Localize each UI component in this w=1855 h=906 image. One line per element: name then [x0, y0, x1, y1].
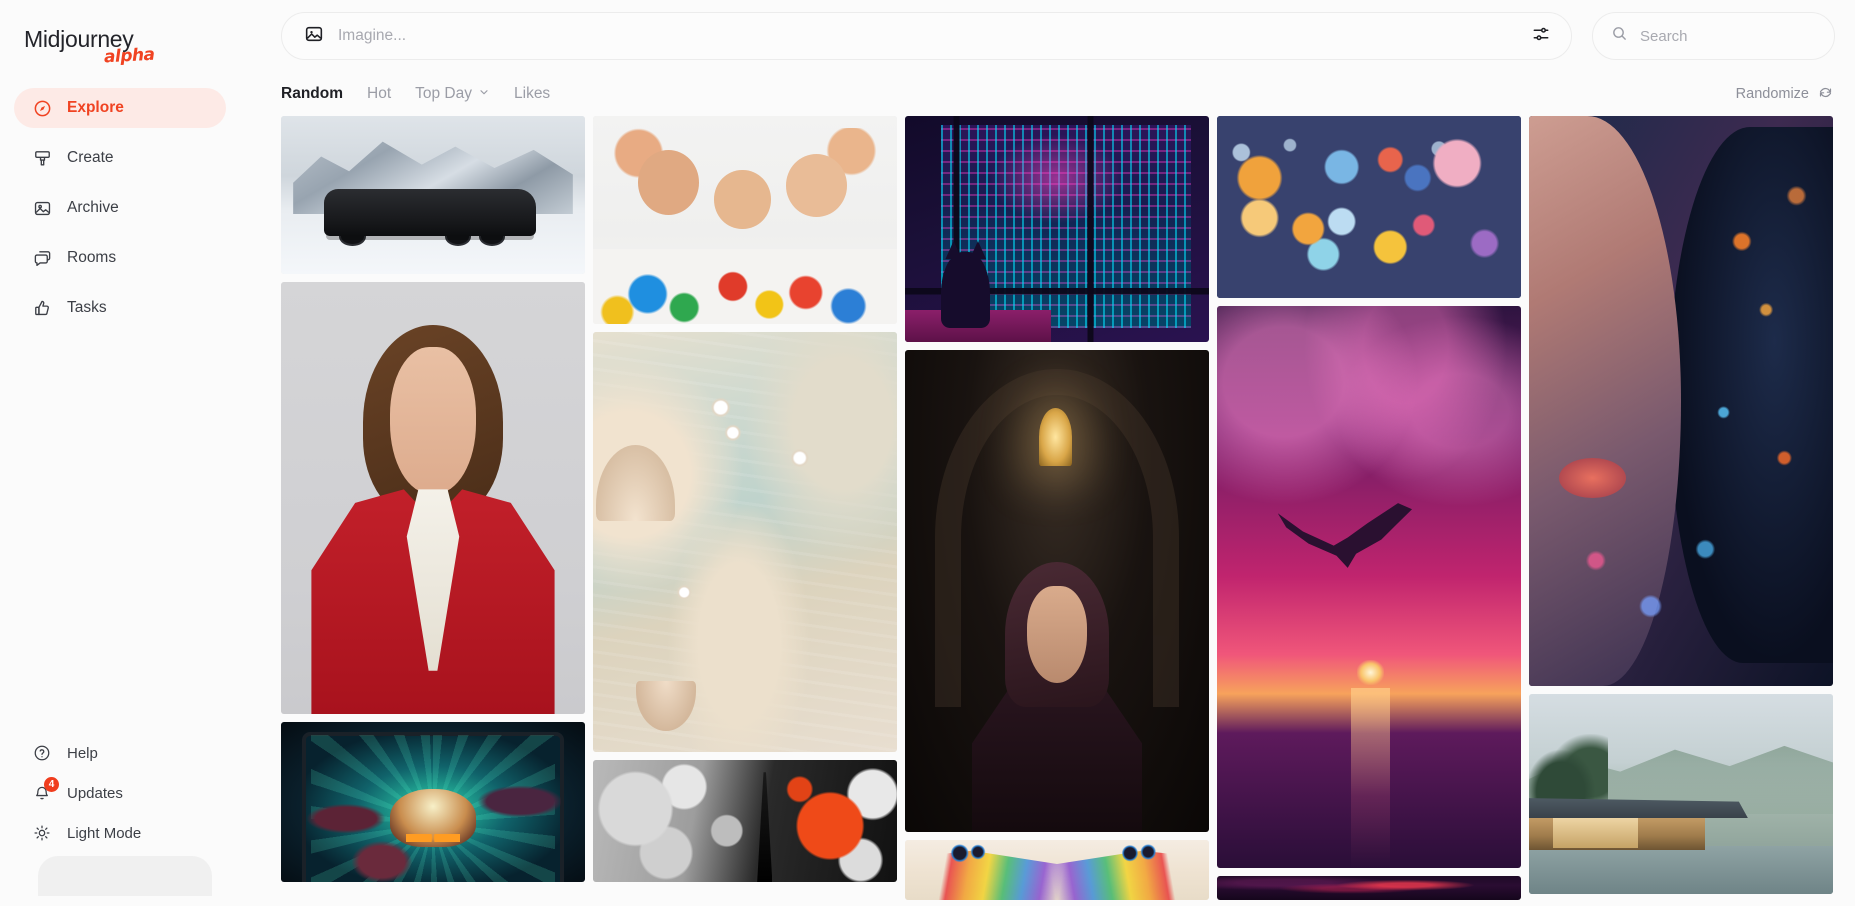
sidebar-item-label: Updates [67, 784, 123, 802]
compass-icon [32, 98, 52, 118]
grid-column [281, 116, 585, 906]
sun-icon [32, 823, 52, 843]
gallery-card[interactable] [1217, 876, 1521, 900]
imagine-bar[interactable] [281, 12, 1572, 60]
brush-icon [32, 148, 52, 168]
artwork-seashell-collage [593, 332, 897, 752]
image-prompt-icon[interactable] [304, 24, 324, 49]
sidebar-item-updates[interactable]: 4 Updates [14, 776, 226, 810]
sidebar-item-label: Rooms [67, 249, 117, 266]
sidebar-item-label: Create [67, 149, 114, 166]
artwork-cosmic-woman-cat [1529, 116, 1833, 686]
gallery-card[interactable] [593, 760, 897, 882]
sidebar-bottom-nav: Help 4 Updates Light Mode [0, 736, 240, 906]
sidebar-item-label: Tasks [67, 299, 107, 316]
gallery-card[interactable] [1217, 116, 1521, 298]
sidebar-item-tasks[interactable]: Tasks [14, 288, 226, 328]
app-root: Midjourney alpha Explore Create Archive … [0, 0, 1855, 906]
sidebar-item-help[interactable]: Help [14, 736, 226, 770]
tab-label: Likes [514, 85, 551, 102]
artwork-dark-purple-waves [1217, 876, 1521, 900]
artwork-snow-truck [281, 116, 585, 274]
artwork-misty-modern-house [1529, 694, 1833, 894]
grid-column [1529, 116, 1833, 906]
artwork-bokeh-abstract [593, 760, 897, 882]
brand[interactable]: Midjourney alpha [0, 0, 240, 74]
gallery-card[interactable] [281, 282, 585, 714]
grid-column [1217, 116, 1521, 906]
gallery-card[interactable] [281, 722, 585, 882]
sidebar: Midjourney alpha Explore Create Archive … [0, 0, 240, 906]
gallery-card[interactable] [1217, 306, 1521, 868]
filter-tabs: Random Hot Top Day Likes [281, 85, 550, 103]
user-account-panel[interactable] [38, 856, 212, 896]
tab-label: Hot [367, 85, 392, 102]
gallery-card[interactable] [905, 116, 1209, 342]
sidebar-item-archive[interactable]: Archive [14, 188, 226, 228]
image-grid [281, 116, 1833, 906]
imagine-input[interactable] [338, 27, 1517, 45]
chat-icon [32, 248, 52, 268]
refresh-icon [1818, 85, 1833, 104]
artwork-rainbow-surreal-face [905, 840, 1209, 900]
tab-label: Random [281, 85, 343, 102]
filter-bar: Random Hot Top Day Likes Randomize [240, 72, 1855, 116]
brand-alpha-tag: alpha [103, 44, 156, 68]
topbar [240, 0, 1855, 72]
randomize-label: Randomize [1735, 86, 1809, 102]
thumbs-up-icon [32, 298, 52, 318]
updates-badge: 4 [44, 777, 59, 792]
sidebar-item-label: Explore [67, 99, 124, 116]
artwork-cyberpunk-cat-city [905, 116, 1209, 342]
sidebar-item-explore[interactable]: Explore [14, 88, 226, 128]
artwork-red-blazer-woman [281, 282, 585, 714]
gallery-card[interactable] [905, 350, 1209, 832]
gallery-scroll-region[interactable] [240, 116, 1855, 906]
tab-hot[interactable]: Hot [367, 85, 391, 103]
sidebar-item-label: Light Mode [67, 824, 142, 842]
search-input[interactable] [1640, 27, 1839, 45]
gallery-card[interactable] [593, 332, 897, 752]
randomize-button[interactable]: Randomize [1736, 85, 1833, 104]
tab-label: Top Day [415, 85, 472, 102]
artwork-paint-family [593, 116, 897, 324]
gallery-card[interactable] [593, 116, 897, 324]
sidebar-item-label: Archive [67, 199, 119, 216]
gallery-card[interactable] [905, 840, 1209, 900]
sidebar-item-light-mode[interactable]: Light Mode [14, 816, 226, 850]
artwork-sea-creatures-pattern [1217, 116, 1521, 298]
grid-column [905, 116, 1209, 906]
search-icon [1611, 25, 1628, 47]
search-bar[interactable] [1592, 12, 1839, 60]
tab-random[interactable]: Random [281, 85, 343, 103]
artwork-cthulhu-tablet [281, 722, 585, 882]
gallery-card[interactable] [1529, 116, 1833, 686]
sidebar-item-create[interactable]: Create [14, 138, 226, 178]
grid-column [593, 116, 897, 906]
gallery-card[interactable] [1529, 694, 1833, 894]
image-icon [32, 198, 52, 218]
artwork-eagle-purple-sunset [1217, 306, 1521, 868]
gallery-card[interactable] [281, 116, 585, 274]
sliders-icon[interactable] [1531, 24, 1551, 49]
tab-likes[interactable]: Likes [514, 85, 550, 103]
decor [336, 226, 524, 246]
primary-nav: Explore Create Archive Rooms Tasks [0, 88, 240, 338]
main-area: Random Hot Top Day Likes [240, 0, 1855, 906]
tab-top-day[interactable]: Top Day [415, 85, 490, 103]
sidebar-item-label: Help [67, 744, 98, 762]
question-circle-icon [32, 743, 52, 763]
sidebar-item-rooms[interactable]: Rooms [14, 238, 226, 278]
artwork-hooded-sorceress [905, 350, 1209, 832]
chevron-down-icon [478, 85, 490, 103]
bell-icon: 4 [32, 777, 59, 803]
